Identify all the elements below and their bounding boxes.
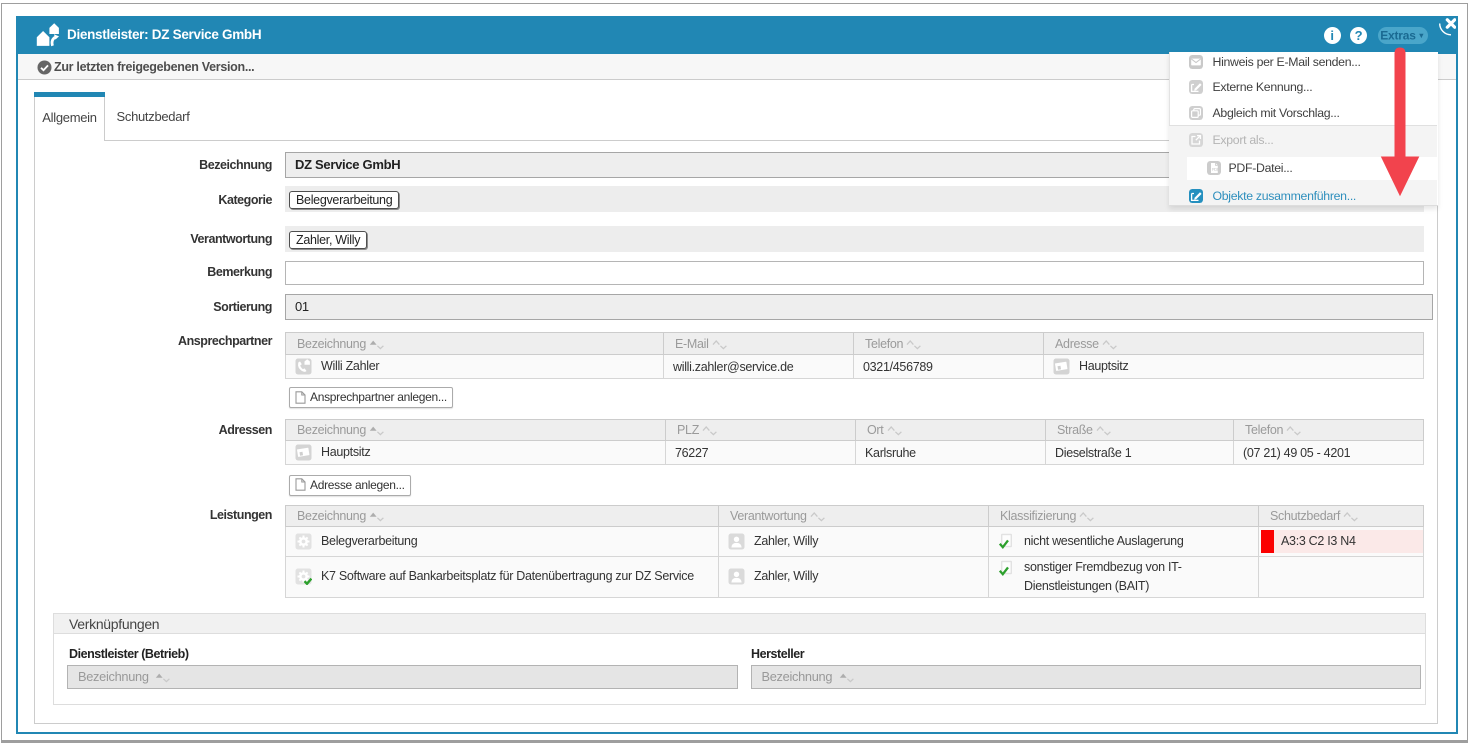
svg-text:PDF: PDF xyxy=(1212,166,1220,171)
